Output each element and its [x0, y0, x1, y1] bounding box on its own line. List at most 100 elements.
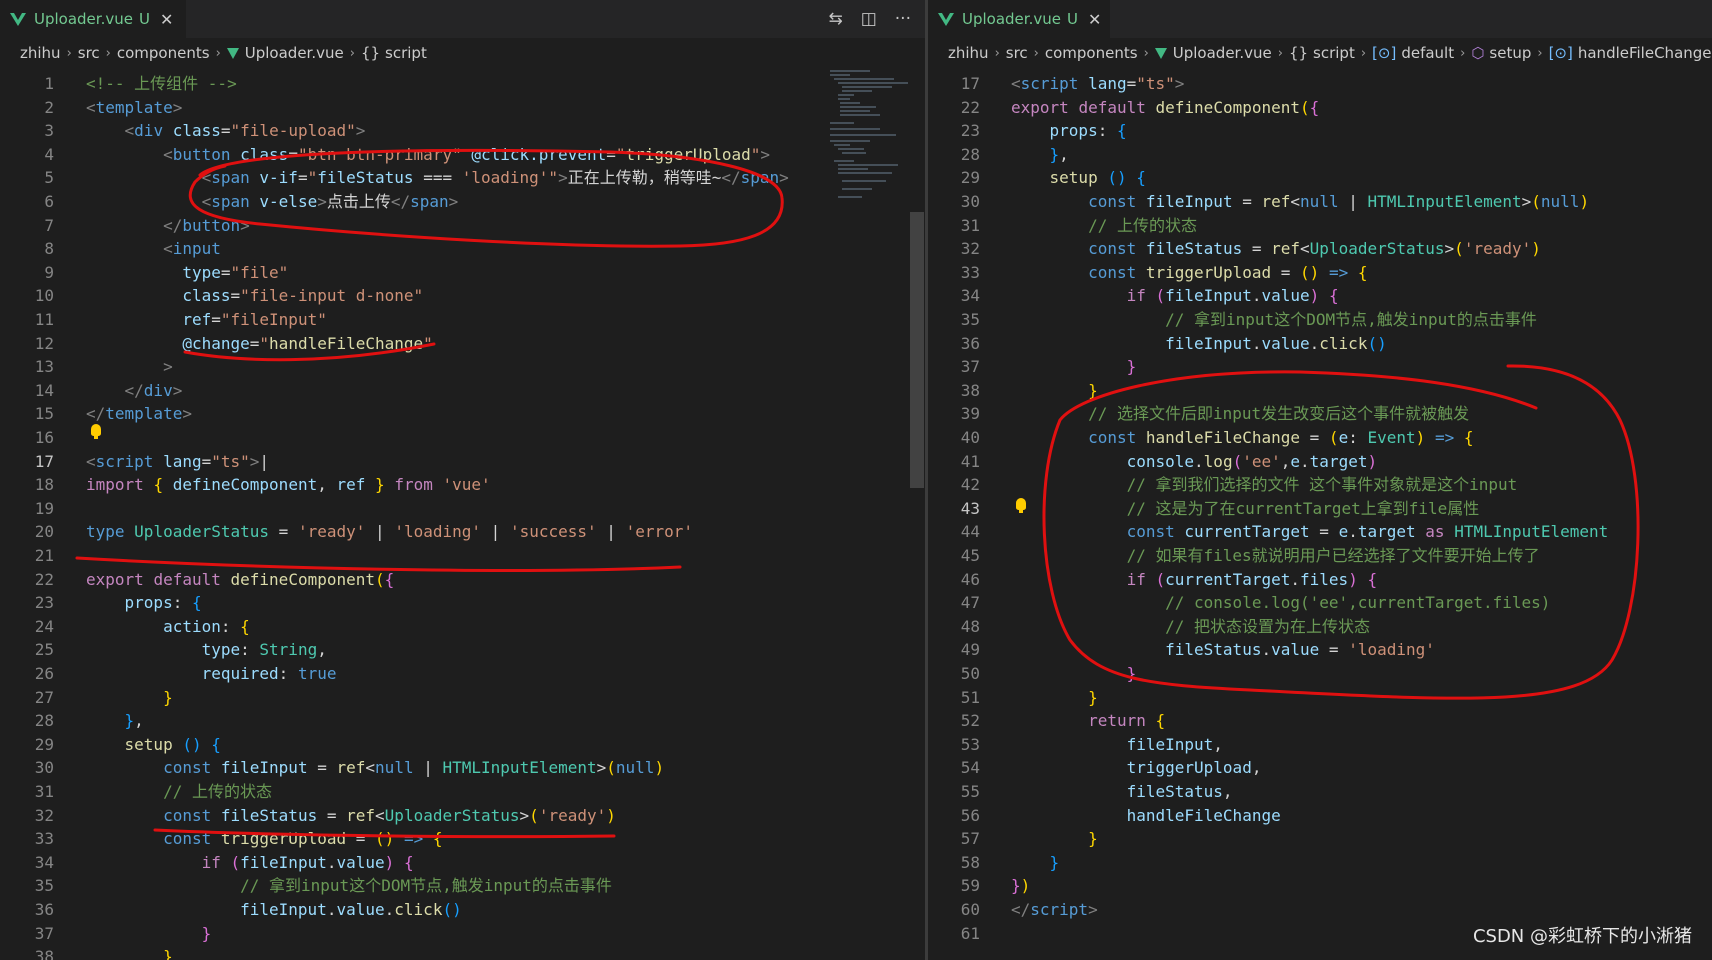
scrollbar-thumb[interactable]	[910, 212, 924, 488]
code-line[interactable]: 60 </script>	[928, 898, 1688, 922]
minimap[interactable]	[820, 68, 912, 208]
lightbulb-icon[interactable]	[91, 424, 101, 439]
code-line[interactable]: 29 setup () {	[0, 733, 760, 757]
code-line[interactable]: 22 export default defineComponent({	[928, 96, 1688, 120]
breadcrumb-item[interactable]: src	[78, 44, 100, 62]
code-line[interactable]: 37 }	[928, 355, 1688, 379]
code-line[interactable]: 47 // console.log('ee',currentTarget.fil…	[928, 591, 1688, 615]
breadcrumb-item[interactable]: script	[385, 44, 427, 62]
more-actions-icon[interactable]: ···	[895, 9, 911, 29]
vertical-scrollbar[interactable]	[910, 68, 924, 960]
breadcrumb-item[interactable]: zhihu	[20, 44, 61, 62]
code-line[interactable]: 10 class="file-input d-none"	[0, 284, 760, 308]
split-editor-icon[interactable]: ◫	[861, 9, 877, 29]
close-icon[interactable]: ✕	[1088, 10, 1101, 29]
breadcrumb-item[interactable]: components	[1045, 44, 1138, 62]
code-line[interactable]: 33 const triggerUpload = () => {	[928, 261, 1688, 285]
breadcrumb-item[interactable]: src	[1006, 44, 1028, 62]
breadcrumb-item[interactable]: setup	[1489, 44, 1531, 62]
code-line[interactable]: 56 handleFileChange	[928, 804, 1688, 828]
code-line[interactable]: 48 // 把状态设置为在上传状态	[928, 615, 1688, 639]
code-line[interactable]: 25 type: String,	[0, 638, 760, 662]
breadcrumb-item[interactable]: Uploader.vue	[1173, 44, 1272, 62]
code-line[interactable]: 34 if (fileInput.value) {	[0, 851, 760, 875]
code-line[interactable]: 21	[0, 544, 760, 568]
code-line[interactable]: 32 const fileStatus = ref<UploaderStatus…	[928, 237, 1688, 261]
code-line[interactable]: 28 },	[0, 709, 760, 733]
code-line[interactable]: 50 }	[928, 662, 1688, 686]
code-line[interactable]: 38 }	[0, 945, 760, 960]
code-line[interactable]: 22 export default defineComponent({	[0, 568, 760, 592]
code-line[interactable]: 31 // 上传的状态	[0, 780, 760, 804]
code-line[interactable]: 23 props: {	[928, 119, 1688, 143]
code-line[interactable]: 14 </div>	[0, 379, 760, 403]
code-line[interactable]: 27 }	[0, 686, 760, 710]
code-line[interactable]: 23 props: {	[0, 591, 760, 615]
code-line[interactable]: 26 required: true	[0, 662, 760, 686]
code-line[interactable]: 37 }	[0, 922, 760, 946]
breadcrumb-item[interactable]: script	[1313, 44, 1355, 62]
code-line[interactable]: 43 // 这是为了在currentTarget上拿到file属性	[928, 497, 1688, 521]
code-line[interactable]: 28 },	[928, 143, 1688, 167]
code-line[interactable]: 8 <input	[0, 237, 760, 261]
code-line[interactable]: 2 <template>	[0, 96, 760, 120]
code-line[interactable]: 30 const fileInput = ref<null | HTMLInpu…	[0, 756, 760, 780]
code-line[interactable]: 44 const currentTarget = e.target as HTM…	[928, 520, 1688, 544]
breadcrumb-item[interactable]: zhihu	[948, 44, 989, 62]
code-line[interactable]: 49 fileStatus.value = 'loading'	[928, 638, 1688, 662]
code-line[interactable]: 41 console.log('ee',e.target)	[928, 450, 1688, 474]
code-line[interactable]: 42 // 拿到我们选择的文件 这个事件对象就是这个input	[928, 473, 1688, 497]
code-line[interactable]: 54 triggerUpload,	[928, 756, 1688, 780]
code-line[interactable]: 9 type="file"	[0, 261, 760, 285]
code-line[interactable]: 36 fileInput.value.click()	[0, 898, 760, 922]
code-line[interactable]: 17 <script lang="ts">|	[0, 450, 760, 474]
code-line[interactable]: 38 }	[928, 379, 1688, 403]
code-line[interactable]: 20 type UploaderStatus = 'ready' | 'loadi…	[0, 520, 760, 544]
code-line[interactable]: 3 <div class="file-upload">	[0, 119, 760, 143]
code-line[interactable]: 16	[0, 426, 760, 450]
code-line[interactable]: 7 </button>	[0, 214, 760, 238]
tab-uploader-vue-left[interactable]: Uploader.vue U ✕	[0, 0, 186, 38]
code-line[interactable]: 13 >	[0, 355, 760, 379]
close-icon[interactable]: ✕	[160, 10, 173, 29]
code-line[interactable]: 46 if (currentTarget.files) {	[928, 568, 1688, 592]
code-text: </div>	[124, 380, 183, 400]
code-line[interactable]: 58 }	[928, 851, 1688, 875]
code-line[interactable]: 35 // 拿到input这个DOM节点,触发input的点击事件	[928, 308, 1688, 332]
code-line[interactable]: 24 action: {	[0, 615, 760, 639]
code-line[interactable]: 17 <script lang="ts">	[928, 72, 1688, 96]
breadcrumb-item[interactable]: Uploader.vue	[245, 44, 344, 62]
code-line[interactable]: 34 if (fileInput.value) {	[928, 284, 1688, 308]
code-line[interactable]: 39 // 选择文件后即input发生改变后这个事件就被触发	[928, 402, 1688, 426]
code-line[interactable]: 45 // 如果有files就说明用户已经选择了文件要开始上传了	[928, 544, 1688, 568]
breadcrumb-item[interactable]: handleFileChange	[1578, 44, 1712, 62]
code-line[interactable]: 51 }	[928, 686, 1688, 710]
code-line[interactable]: 15 </template>	[0, 402, 760, 426]
code-line[interactable]: 33 const triggerUpload = () => {	[0, 827, 760, 851]
code-line[interactable]: 35 // 拿到input这个DOM节点,触发input的点击事件	[0, 874, 760, 898]
tab-uploader-vue-right[interactable]: Uploader.vue U ✕	[928, 0, 1110, 38]
code-line[interactable]: 59})	[928, 874, 1688, 898]
code-line[interactable]: 40 const handleFileChange = (e: Event) =…	[928, 426, 1688, 450]
code-line[interactable]: 19	[0, 497, 760, 521]
code-line[interactable]: 55 fileStatus,	[928, 780, 1688, 804]
code-line[interactable]: 6 <span v-else>点击上传</span>	[0, 190, 760, 214]
code-line[interactable]: 11 ref="fileInput"	[0, 308, 760, 332]
breadcrumb-item[interactable]: components	[117, 44, 210, 62]
code-line[interactable]: 5 <span v-if="fileStatus === 'loading'">…	[0, 166, 788, 190]
code-line[interactable]: 52 return {	[928, 709, 1688, 733]
code-line[interactable]: 32 const fileStatus = ref<UploaderStatus…	[0, 804, 760, 828]
code-line[interactable]: 53 fileInput,	[928, 733, 1688, 757]
breadcrumb-item[interactable]: default	[1401, 44, 1454, 62]
code-line[interactable]: 30 const fileInput = ref<null | HTMLInpu…	[928, 190, 1688, 214]
compare-changes-icon[interactable]: ⇆	[828, 9, 842, 29]
code-line[interactable]: 12 @change="handleFileChange"	[0, 332, 760, 356]
code-line[interactable]: 1 <!-- 上传组件 -->	[0, 72, 760, 96]
code-line[interactable]: 4 <button class="btn btn-primary" @click…	[0, 143, 770, 167]
code-line[interactable]: 57 }	[928, 827, 1688, 851]
code-line[interactable]: 36 fileInput.value.click()	[928, 332, 1688, 356]
lightbulb-icon[interactable]	[1016, 498, 1026, 513]
code-line[interactable]: 29 setup () {	[928, 166, 1688, 190]
code-line[interactable]: 18 import { defineComponent, ref } from '…	[0, 473, 760, 497]
code-line[interactable]: 31 // 上传的状态	[928, 214, 1688, 238]
